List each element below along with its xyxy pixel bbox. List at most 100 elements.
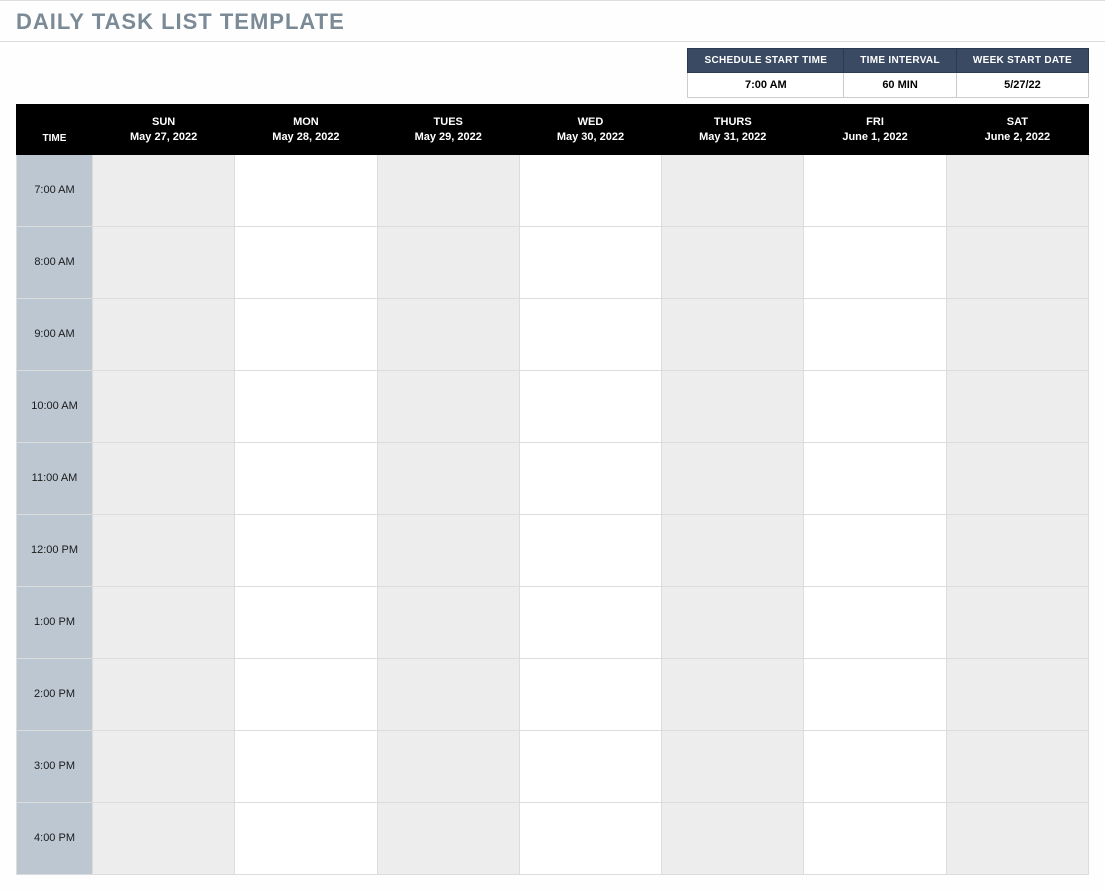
task-cell[interactable]	[93, 370, 235, 442]
task-cell[interactable]	[804, 154, 946, 226]
task-cell[interactable]	[662, 730, 804, 802]
day-date: May 30, 2022	[524, 130, 657, 145]
task-cell[interactable]	[519, 586, 661, 658]
settings-header-start-time: SCHEDULE START TIME	[688, 49, 844, 73]
time-header: TIME	[17, 105, 93, 155]
task-cell[interactable]	[804, 442, 946, 514]
task-cell[interactable]	[377, 154, 519, 226]
task-cell[interactable]	[377, 658, 519, 730]
task-cell[interactable]	[519, 370, 661, 442]
task-cell[interactable]	[662, 514, 804, 586]
settings-header-week-start: WEEK START DATE	[956, 49, 1088, 73]
task-cell[interactable]	[377, 370, 519, 442]
day-header-sun: SUN May 27, 2022	[93, 105, 235, 155]
task-cell[interactable]	[946, 802, 1088, 874]
task-cell[interactable]	[946, 226, 1088, 298]
task-cell[interactable]	[93, 730, 235, 802]
task-cell[interactable]	[662, 586, 804, 658]
settings-header-interval: TIME INTERVAL	[844, 49, 957, 73]
task-cell[interactable]	[377, 802, 519, 874]
task-cell[interactable]	[662, 802, 804, 874]
task-cell[interactable]	[519, 730, 661, 802]
task-cell[interactable]	[235, 442, 377, 514]
day-name: FRI	[808, 115, 941, 130]
day-name: TUES	[382, 115, 515, 130]
task-cell[interactable]	[519, 658, 661, 730]
task-cell[interactable]	[377, 514, 519, 586]
schedule-row: 12:00 PM	[17, 514, 1089, 586]
settings-value-week-start[interactable]: 5/27/22	[956, 73, 1088, 98]
time-cell: 7:00 AM	[17, 154, 93, 226]
task-cell[interactable]	[946, 730, 1088, 802]
task-cell[interactable]	[519, 442, 661, 514]
time-cell: 8:00 AM	[17, 226, 93, 298]
task-cell[interactable]	[93, 514, 235, 586]
schedule-row: 11:00 AM	[17, 442, 1089, 514]
task-cell[interactable]	[946, 442, 1088, 514]
task-cell[interactable]	[235, 370, 377, 442]
day-header-mon: MON May 28, 2022	[235, 105, 377, 155]
settings-value-start-time[interactable]: 7:00 AM	[688, 73, 844, 98]
task-cell[interactable]	[235, 514, 377, 586]
day-header-wed: WED May 30, 2022	[519, 105, 661, 155]
schedule-row: 4:00 PM	[17, 802, 1089, 874]
task-cell[interactable]	[93, 586, 235, 658]
task-cell[interactable]	[946, 298, 1088, 370]
schedule-row: 8:00 AM	[17, 226, 1089, 298]
task-cell[interactable]	[93, 442, 235, 514]
task-cell[interactable]	[804, 586, 946, 658]
task-cell[interactable]	[804, 730, 946, 802]
task-cell[interactable]	[946, 370, 1088, 442]
task-cell[interactable]	[662, 442, 804, 514]
settings-row: SCHEDULE START TIME TIME INTERVAL WEEK S…	[0, 42, 1105, 104]
task-cell[interactable]	[235, 298, 377, 370]
task-cell[interactable]	[804, 658, 946, 730]
task-cell[interactable]	[804, 802, 946, 874]
task-cell[interactable]	[377, 226, 519, 298]
task-cell[interactable]	[946, 586, 1088, 658]
task-cell[interactable]	[804, 514, 946, 586]
day-date: May 29, 2022	[382, 130, 515, 145]
task-cell[interactable]	[93, 154, 235, 226]
task-cell[interactable]	[662, 658, 804, 730]
task-cell[interactable]	[662, 226, 804, 298]
task-cell[interactable]	[662, 154, 804, 226]
task-cell[interactable]	[235, 154, 377, 226]
task-cell[interactable]	[377, 298, 519, 370]
day-header-thurs: THURS May 31, 2022	[662, 105, 804, 155]
task-cell[interactable]	[93, 226, 235, 298]
schedule-row: 10:00 AM	[17, 370, 1089, 442]
task-cell[interactable]	[946, 154, 1088, 226]
task-cell[interactable]	[235, 586, 377, 658]
settings-table: SCHEDULE START TIME TIME INTERVAL WEEK S…	[687, 48, 1089, 98]
task-cell[interactable]	[519, 802, 661, 874]
task-cell[interactable]	[662, 298, 804, 370]
task-cell[interactable]	[946, 658, 1088, 730]
task-cell[interactable]	[662, 370, 804, 442]
task-cell[interactable]	[235, 658, 377, 730]
task-cell[interactable]	[377, 442, 519, 514]
schedule-wrap: TIME SUN May 27, 2022 MON May 28, 2022 T…	[0, 104, 1105, 891]
time-cell: 1:00 PM	[17, 586, 93, 658]
task-cell[interactable]	[377, 730, 519, 802]
task-cell[interactable]	[519, 226, 661, 298]
task-cell[interactable]	[93, 802, 235, 874]
task-cell[interactable]	[519, 154, 661, 226]
day-date: May 31, 2022	[666, 130, 799, 145]
time-cell: 12:00 PM	[17, 514, 93, 586]
task-cell[interactable]	[235, 730, 377, 802]
task-cell[interactable]	[235, 802, 377, 874]
task-cell[interactable]	[804, 226, 946, 298]
task-cell[interactable]	[93, 658, 235, 730]
task-cell[interactable]	[235, 226, 377, 298]
task-cell[interactable]	[377, 586, 519, 658]
day-header-tues: TUES May 29, 2022	[377, 105, 519, 155]
task-cell[interactable]	[804, 298, 946, 370]
day-date: June 2, 2022	[951, 130, 1084, 145]
task-cell[interactable]	[946, 514, 1088, 586]
settings-value-interval[interactable]: 60 MIN	[844, 73, 957, 98]
task-cell[interactable]	[804, 370, 946, 442]
task-cell[interactable]	[519, 298, 661, 370]
task-cell[interactable]	[519, 514, 661, 586]
task-cell[interactable]	[93, 298, 235, 370]
